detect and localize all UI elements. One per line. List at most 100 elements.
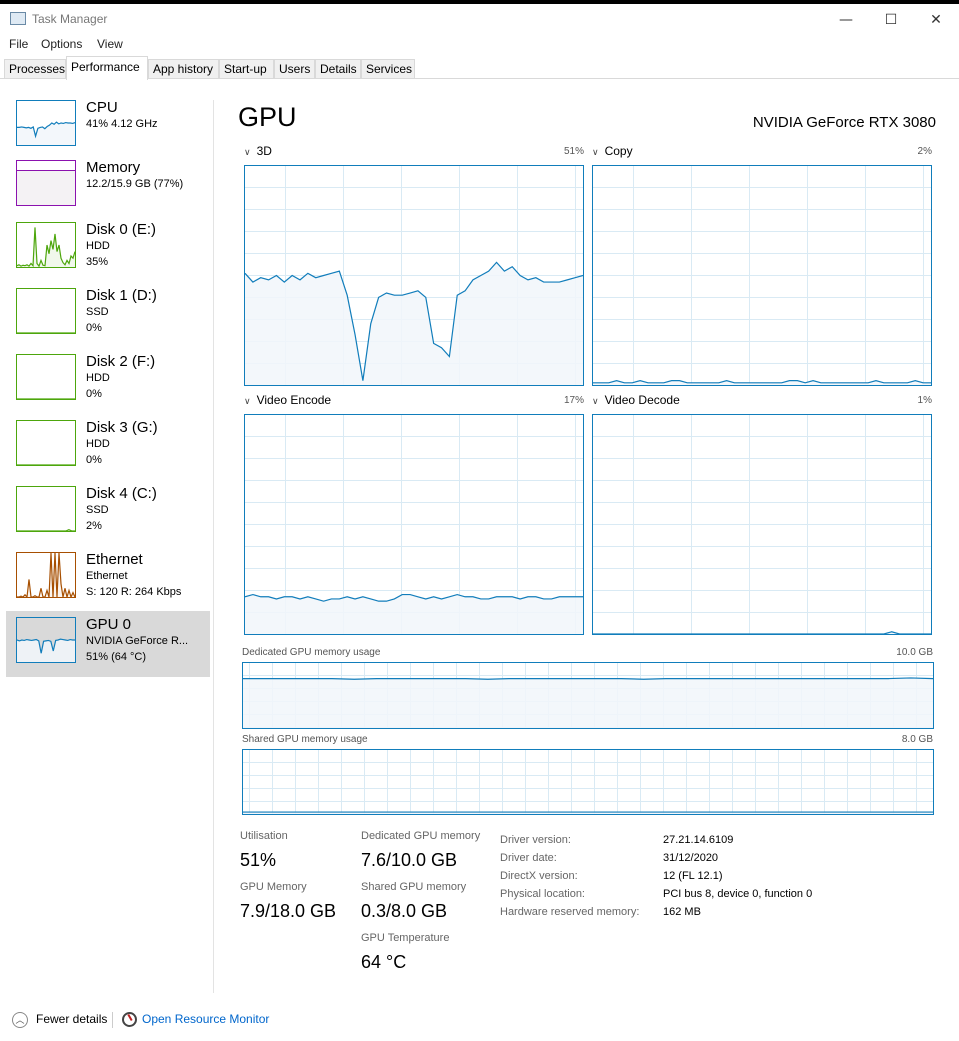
- sidebar-item-value: S: 120 R: 264 Kbps: [86, 586, 182, 598]
- sidebar-item-value: 2%: [86, 520, 102, 532]
- thumbnail-graph: [16, 160, 76, 206]
- property-key: DirectX version:: [500, 870, 578, 882]
- chevron-down-icon: ∨: [244, 396, 251, 406]
- minimize-button[interactable]: —: [823, 6, 869, 34]
- property-key: Physical location:: [500, 888, 585, 900]
- sidebar-item-disk-2-f[interactable]: Disk 2 (F:) HDD 0%: [6, 348, 210, 414]
- memory-graph: [242, 749, 934, 815]
- gpu-model-name: NVIDIA GeForce RTX 3080: [752, 114, 936, 131]
- thumbnail-graph: [16, 486, 76, 532]
- engine-graph: [592, 165, 932, 386]
- property-value: 12 (FL 12.1): [663, 870, 723, 882]
- memory-graph-label: Dedicated GPU memory usage: [242, 647, 381, 658]
- chevron-down-icon: ∨: [592, 147, 599, 157]
- engine-name: Video Encode: [256, 393, 332, 407]
- graph-fill: [17, 122, 75, 145]
- graph-fill: [243, 677, 933, 728]
- sidebar-item-ethernet[interactable]: Ethernet Ethernet S: 120 R: 264 Kbps: [6, 546, 210, 612]
- sidebar-item-detail: SSD: [86, 306, 109, 318]
- fewer-details-link[interactable]: Fewer details: [36, 1012, 107, 1026]
- sidebar-item-memory[interactable]: Memory 12.2/15.9 GB (77%): [6, 154, 210, 220]
- sidebar-item-disk-4-c[interactable]: Disk 4 (C:) SSD 2%: [6, 480, 210, 546]
- sidebar-item-detail: NVIDIA GeForce R...: [86, 635, 189, 647]
- engine-graph: [244, 165, 584, 386]
- graph-label-1[interactable]: ∨ Copy: [592, 144, 633, 158]
- graph-percent: 51%: [563, 146, 584, 157]
- graph-fill: [17, 639, 75, 662]
- tab-start-up[interactable]: Start-up: [219, 59, 274, 79]
- sidebar-item-name: Memory: [86, 159, 141, 176]
- engine-graph: [244, 414, 584, 635]
- thumbnail-graph: [16, 100, 76, 146]
- graph-line: [243, 678, 933, 679]
- graph-percent: 1%: [917, 395, 932, 406]
- tab-bar: Processes Performance App history Start-…: [0, 56, 959, 80]
- sidebar-item-detail: 12.2/15.9 GB (77%): [86, 178, 184, 190]
- gpu-temperature-label: GPU Temperature: [361, 932, 450, 944]
- sidebar-item-name: CPU: [86, 99, 118, 116]
- engine-name: Video Decode: [604, 393, 680, 407]
- sidebar-divider: [213, 100, 214, 993]
- memory-graph-label: Shared GPU memory usage: [242, 734, 368, 745]
- tab-performance[interactable]: Performance: [66, 56, 148, 80]
- sidebar-item-detail: Ethernet: [86, 570, 128, 582]
- tab-app-history[interactable]: App history: [148, 59, 219, 79]
- tab-details[interactable]: Details: [315, 59, 361, 79]
- sidebar-item-disk-3-g[interactable]: Disk 3 (G:) HDD 0%: [6, 414, 210, 480]
- footer-separator: [112, 1012, 113, 1028]
- close-button[interactable]: ✕: [913, 6, 959, 34]
- title-bar: Task Manager — ☐ ✕: [0, 4, 959, 34]
- thumbnail-graph: [16, 420, 76, 466]
- property-value: PCI bus 8, device 0, function 0: [663, 888, 813, 900]
- sidebar-item-detail: HDD: [86, 240, 110, 252]
- gpu-memory-value: 7.9/18.0 GB: [240, 901, 337, 921]
- menu-options[interactable]: Options: [41, 37, 82, 51]
- thumbnail-graph: [16, 288, 76, 334]
- sidebar-item-detail: SSD: [86, 504, 109, 516]
- graph-fill: [245, 262, 583, 385]
- sidebar-item-value: 0%: [86, 322, 102, 334]
- sidebar-item-gpu-0[interactable]: GPU 0 NVIDIA GeForce R... 51% (64 °C): [6, 611, 210, 677]
- sidebar-item-name: Disk 2 (F:): [86, 353, 156, 370]
- tab-processes[interactable]: Processes: [4, 59, 66, 79]
- thumbnail-graph: [16, 354, 76, 400]
- property-key: Driver date:: [500, 852, 557, 864]
- graph-label-3[interactable]: ∨ Video Decode: [592, 393, 680, 407]
- menu-file[interactable]: File: [9, 37, 28, 51]
- property-key: Driver version:: [500, 834, 571, 846]
- chevron-down-icon: ∨: [244, 147, 251, 157]
- tab-services[interactable]: Services: [361, 59, 415, 79]
- graph-fill: [17, 553, 75, 597]
- sidebar-item-detail: HDD: [86, 438, 110, 450]
- chevron-up-icon[interactable]: ︿: [12, 1012, 28, 1028]
- graph-line: [17, 553, 75, 597]
- gpu-memory-label: GPU Memory: [240, 881, 307, 893]
- graph-label-2[interactable]: ∨ Video Encode: [244, 393, 331, 407]
- maximize-button[interactable]: ☐: [868, 6, 914, 34]
- footer: ︿ Fewer details Open Resource Monitor: [0, 1008, 959, 1032]
- graph-label-0[interactable]: ∨ 3D: [244, 144, 272, 158]
- graph-percent: 17%: [563, 395, 584, 406]
- utilisation-value: 51%: [240, 850, 277, 870]
- engine-graph: [592, 414, 932, 635]
- memory-graph: [242, 662, 934, 729]
- dedicated-memory-label: Dedicated GPU memory: [361, 830, 481, 842]
- tab-users[interactable]: Users: [274, 59, 315, 79]
- sidebar-item-disk-0-e[interactable]: Disk 0 (E:) HDD 35%: [6, 216, 210, 282]
- sidebar-item-disk-1-d[interactable]: Disk 1 (D:) SSD 0%: [6, 282, 210, 348]
- dedicated-memory-value: 7.6/10.0 GB: [361, 850, 458, 870]
- sidebar-item-name: Ethernet: [86, 551, 143, 568]
- property-key: Hardware reserved memory:: [500, 906, 640, 918]
- engine-name: 3D: [256, 144, 272, 158]
- page-title: GPU: [238, 102, 297, 132]
- sidebar-item-cpu[interactable]: CPU 41% 4.12 GHz: [6, 94, 210, 160]
- menu-view[interactable]: View: [97, 37, 123, 51]
- thumbnail-graph: [16, 552, 76, 598]
- task-manager-window: Task Manager — ☐ ✕ File Options View Pro…: [0, 4, 959, 1041]
- chevron-down-icon: ∨: [592, 396, 599, 406]
- sidebar-item-name: Disk 4 (C:): [86, 485, 157, 502]
- open-resource-monitor-link[interactable]: Open Resource Monitor: [142, 1012, 269, 1026]
- sidebar-item-name: Disk 3 (G:): [86, 419, 158, 436]
- utilisation-label: Utilisation: [240, 830, 288, 842]
- graph-line: [17, 530, 75, 531]
